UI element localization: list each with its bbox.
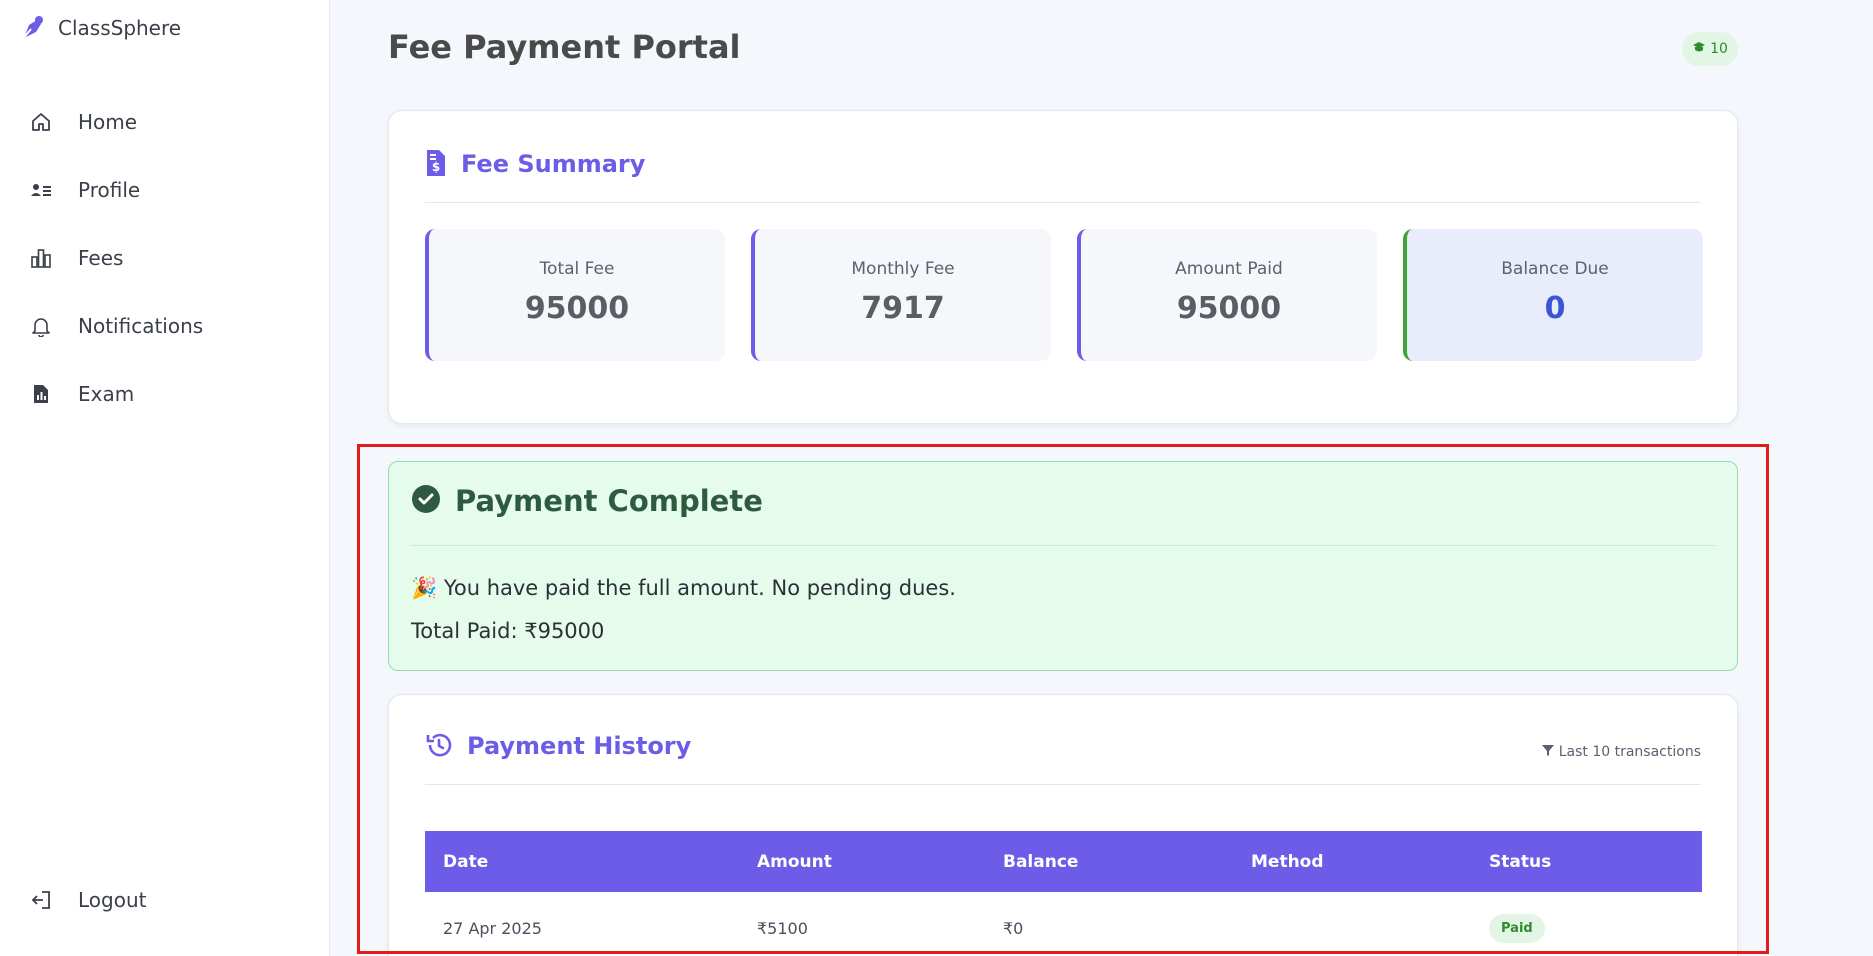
badge-count: 10: [1710, 41, 1728, 57]
payment-complete-message: 🎉 You have paid the full amount. No pend…: [411, 576, 956, 600]
home-icon: [30, 111, 52, 133]
pen-nib-logo-icon: [21, 16, 43, 41]
stat-label: Monthly Fee: [851, 259, 955, 279]
sidebar-item-fees[interactable]: Fees: [30, 224, 203, 292]
stat-value: 95000: [524, 291, 630, 326]
stat-monthly-fee: Monthly Fee 7917: [751, 229, 1051, 361]
column-header-status[interactable]: Status: [1471, 852, 1702, 872]
stat-value: 7917: [861, 291, 945, 326]
sidebar-item-label: Notifications: [78, 314, 204, 338]
sidebar: ClassSphere Home Profile Fees Notificati…: [0, 0, 330, 956]
payment-history-table: Date Amount Balance Method Status 27 Apr…: [425, 831, 1702, 956]
fee-summary-card: $ Fee Summary Total Fee 95000 Monthly Fe…: [388, 110, 1738, 424]
stat-label: Amount Paid: [1175, 259, 1283, 279]
status-badge[interactable]: 10: [1682, 32, 1738, 66]
filter-note-text: Last 10 transactions: [1558, 744, 1701, 760]
sidebar-nav: Home Profile Fees Notifications Exam: [30, 88, 203, 428]
stat-total-fee: Total Fee 95000: [425, 229, 725, 361]
stat-label: Total Fee: [539, 259, 615, 279]
stat-value: 0: [1544, 291, 1566, 326]
column-header-balance[interactable]: Balance: [985, 852, 1233, 872]
sidebar-item-label: Fees: [78, 246, 124, 270]
bell-icon: [30, 315, 52, 337]
profile-card-icon: [30, 179, 52, 201]
logout-button[interactable]: Logout: [30, 866, 146, 934]
payment-complete-alert: Payment Complete 🎉 You have paid the ful…: [388, 461, 1738, 671]
filter-icon: [1541, 743, 1555, 761]
logout-icon: [30, 889, 52, 911]
payment-history-header: Payment History: [425, 731, 1701, 785]
table-row[interactable]: 27 Apr 2025 ₹5100 ₹0 Paid: [425, 892, 1702, 956]
column-header-method[interactable]: Method: [1233, 852, 1471, 872]
check-circle-icon: [411, 484, 441, 518]
sidebar-item-notifications[interactable]: Notifications: [30, 292, 203, 360]
svg-text:$: $: [432, 160, 440, 174]
column-header-date[interactable]: Date: [425, 852, 739, 872]
filter-note[interactable]: Last 10 transactions: [1541, 743, 1701, 761]
chart-bars-icon: [30, 247, 52, 269]
payment-complete-header: Payment Complete: [411, 484, 1715, 546]
cell-amount: ₹5100: [757, 918, 808, 938]
sidebar-item-home[interactable]: Home: [30, 88, 203, 156]
history-icon: [425, 731, 453, 763]
cell-status: Paid: [1471, 913, 1702, 943]
total-paid-text: Total Paid: ₹95000: [411, 619, 605, 643]
sidebar-item-label: Home: [78, 110, 138, 134]
page-title: Fee Payment Portal: [388, 28, 741, 66]
sidebar-item-label: Exam: [78, 382, 135, 406]
cell-balance: ₹0: [1003, 918, 1024, 938]
sidebar-item-label: Profile: [78, 178, 141, 202]
payment-history-card: Payment History Last 10 transactions Dat…: [388, 694, 1738, 956]
logout-label: Logout: [78, 888, 147, 912]
stat-amount-paid: Amount Paid 95000: [1077, 229, 1377, 361]
payment-history-title: Payment History: [467, 732, 692, 760]
fee-summary-title: Fee Summary: [461, 150, 646, 178]
brand[interactable]: ClassSphere: [18, 14, 181, 42]
stat-balance-due: Balance Due 0: [1403, 229, 1703, 361]
brand-name: ClassSphere: [58, 16, 182, 40]
stat-label: Balance Due: [1501, 259, 1609, 279]
sidebar-item-exam[interactable]: Exam: [30, 360, 203, 428]
graduation-cap-icon: [1692, 40, 1706, 58]
document-chart-icon: [30, 383, 52, 405]
table-header: Date Amount Balance Method Status: [425, 831, 1702, 892]
fee-summary-header: $ Fee Summary: [425, 149, 1701, 203]
column-header-amount[interactable]: Amount: [739, 852, 985, 872]
stat-value: 95000: [1176, 291, 1282, 326]
invoice-dollar-icon: $: [425, 149, 447, 181]
payment-complete-title: Payment Complete: [455, 484, 763, 518]
cell-date: 27 Apr 2025: [443, 918, 542, 938]
sidebar-item-profile[interactable]: Profile: [30, 156, 203, 224]
status-badge: Paid: [1489, 913, 1545, 943]
